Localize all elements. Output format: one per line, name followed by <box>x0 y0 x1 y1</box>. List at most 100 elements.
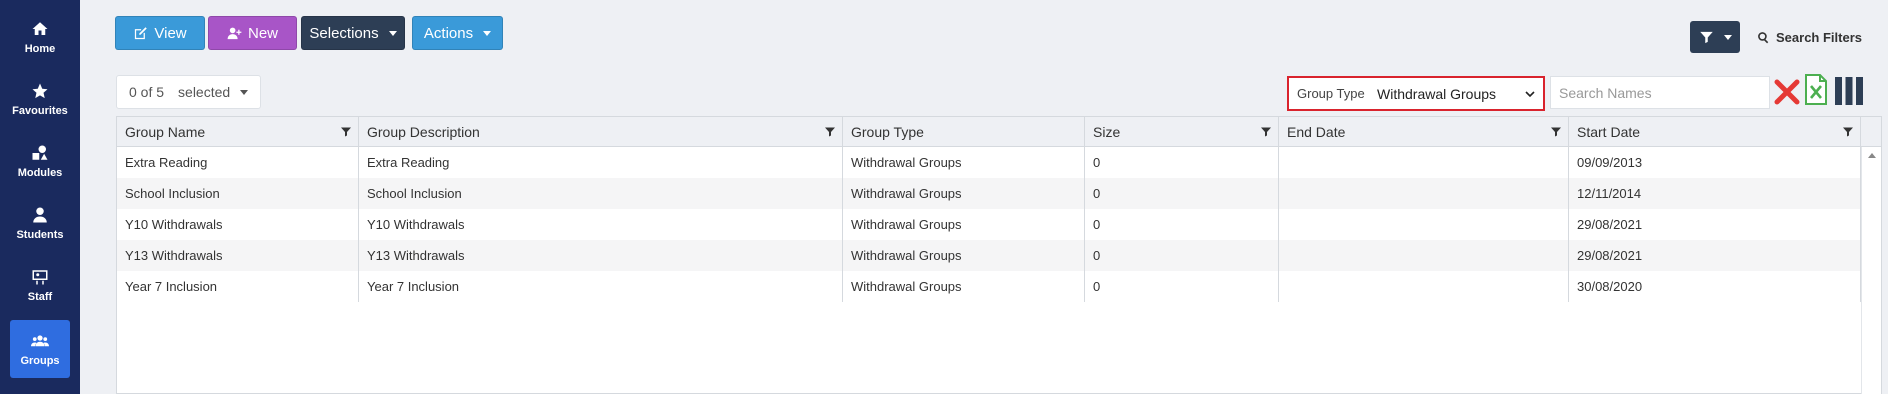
filter-dropdown-button[interactable] <box>1690 21 1740 53</box>
sidebar-item-groups[interactable]: Groups <box>10 320 70 378</box>
filter-icon[interactable] <box>1550 126 1562 138</box>
sidebar-item-label: Groups <box>20 354 60 367</box>
sidebar-item-label: Home <box>24 42 56 55</box>
sidebar-item-label: Favourites <box>12 104 68 117</box>
scroll-up-icon[interactable] <box>1868 153 1876 158</box>
cell-group-description: Y10 Withdrawals <box>359 209 843 240</box>
actions-button[interactable]: Actions <box>412 16 503 50</box>
columns-icon[interactable] <box>1834 76 1864 106</box>
cell-end-date <box>1279 209 1569 240</box>
cell-group-type: Withdrawal Groups <box>843 209 1085 240</box>
cell-start-date: 29/08/2021 <box>1569 209 1861 240</box>
selection-label: selected <box>178 84 231 100</box>
column-header-label: Group Description <box>367 124 480 140</box>
add-user-icon <box>227 27 242 39</box>
table-row[interactable]: Y13 Withdrawals Y13 Withdrawals Withdraw… <box>117 240 1861 271</box>
column-header-label: Group Name <box>125 124 206 140</box>
group-type-label: Group Type <box>1297 86 1365 101</box>
cell-size: 0 <box>1085 147 1279 178</box>
table-header: Group Name Group Description Group Type … <box>117 117 1861 147</box>
table-row[interactable]: Extra Reading Extra Reading Withdrawal G… <box>117 147 1861 178</box>
sidebar-item-favourites[interactable]: Favourites <box>10 70 70 128</box>
new-button-label: New <box>247 24 278 42</box>
cell-size: 0 <box>1085 271 1279 302</box>
group-type-select[interactable]: Withdrawal Groups <box>1377 78 1543 109</box>
cell-group-type: Withdrawal Groups <box>843 178 1085 209</box>
sidebar-item-students[interactable]: Students <box>10 194 70 252</box>
chevron-down-icon <box>1723 34 1732 40</box>
column-header-group-type[interactable]: Group Type <box>843 117 1085 147</box>
cell-group-type: Withdrawal Groups <box>843 240 1085 271</box>
search-names-placeholder: Search Names <box>1559 84 1652 101</box>
cell-size: 0 <box>1085 178 1279 209</box>
clear-icon[interactable] <box>1774 78 1800 106</box>
column-header-label: Group Type <box>851 124 924 140</box>
sidebar-item-modules[interactable]: Modules <box>10 132 70 190</box>
table-row[interactable]: School Inclusion School Inclusion Withdr… <box>117 178 1861 209</box>
cell-size: 0 <box>1085 209 1279 240</box>
vertical-scrollbar[interactable] <box>1861 147 1881 394</box>
sidebar-item-label: Students <box>16 228 64 241</box>
search-icon <box>1758 32 1769 44</box>
home-icon <box>32 21 48 35</box>
cell-end-date <box>1279 147 1569 178</box>
table-row[interactable]: Y10 Withdrawals Y10 Withdrawals Withdraw… <box>117 209 1861 240</box>
chevron-down-icon <box>483 30 492 36</box>
column-header-size[interactable]: Size <box>1085 117 1279 147</box>
cell-group-name: Extra Reading <box>117 147 359 178</box>
cell-group-type: Withdrawal Groups <box>843 271 1085 302</box>
selection-dropdown[interactable]: 0 of 5 selected <box>116 75 261 109</box>
cell-group-name: Y13 Withdrawals <box>117 240 359 271</box>
filter-icon[interactable] <box>1842 126 1854 138</box>
column-header-label: Start Date <box>1577 124 1641 140</box>
cell-group-name: Year 7 Inclusion <box>117 271 359 302</box>
cell-size: 0 <box>1085 240 1279 271</box>
column-header-label: Size <box>1093 124 1121 140</box>
sidebar-item-label: Staff <box>27 290 53 303</box>
edit-icon <box>135 26 148 39</box>
cell-start-date: 09/09/2013 <box>1569 147 1861 178</box>
search-names-input[interactable]: Search Names <box>1550 76 1770 109</box>
cell-start-date: 12/11/2014 <box>1569 178 1861 209</box>
sidebar-item-home[interactable]: Home <box>10 8 70 66</box>
sidebar-item-staff[interactable]: Staff <box>10 256 70 314</box>
filter-icon[interactable] <box>1260 126 1272 138</box>
search-filters-label: Search Filters <box>1776 30 1862 45</box>
column-header-label: End Date <box>1287 124 1346 140</box>
actions-button-label: Actions <box>423 24 474 42</box>
cell-group-name: School Inclusion <box>117 178 359 209</box>
groups-table: Group Name Group Description Group Type … <box>116 116 1882 394</box>
selections-button[interactable]: Selections <box>301 16 405 50</box>
cell-start-date: 29/08/2021 <box>1569 240 1861 271</box>
sidebar-item-label: Modules <box>17 166 63 179</box>
search-filters-link[interactable]: Search Filters <box>1757 30 1862 45</box>
cell-group-description: School Inclusion <box>359 178 843 209</box>
cell-group-type: Withdrawal Groups <box>843 147 1085 178</box>
star-icon <box>32 83 48 98</box>
view-button-label: View <box>154 24 187 42</box>
chevron-down-icon <box>240 89 249 95</box>
column-header-end-date[interactable]: End Date <box>1279 117 1569 147</box>
chevron-down-icon <box>388 30 397 36</box>
cell-group-name: Y10 Withdrawals <box>117 209 359 240</box>
staff-icon <box>32 269 48 284</box>
group-type-filter: Group Type Withdrawal Groups <box>1287 76 1545 111</box>
cell-end-date <box>1279 178 1569 209</box>
view-button[interactable]: View <box>115 16 205 50</box>
filter-icon[interactable] <box>824 126 836 138</box>
cell-start-date: 30/08/2020 <box>1569 271 1861 302</box>
column-header-start-date[interactable]: Start Date <box>1569 117 1861 147</box>
filter-icon <box>1699 31 1713 43</box>
selection-count: 0 of 5 <box>129 84 165 100</box>
table-row[interactable]: Year 7 Inclusion Year 7 Inclusion Withdr… <box>117 271 1861 302</box>
header-corner <box>1861 117 1881 147</box>
new-button[interactable]: New <box>208 16 297 50</box>
cell-group-description: Y13 Withdrawals <box>359 240 843 271</box>
cell-end-date <box>1279 271 1569 302</box>
excel-export-icon[interactable] <box>1804 74 1828 105</box>
column-header-group-description[interactable]: Group Description <box>359 117 843 147</box>
filter-icon[interactable] <box>340 126 352 138</box>
column-header-group-name[interactable]: Group Name <box>117 117 359 147</box>
selections-button-label: Selections <box>309 24 379 42</box>
cell-group-description: Extra Reading <box>359 147 843 178</box>
